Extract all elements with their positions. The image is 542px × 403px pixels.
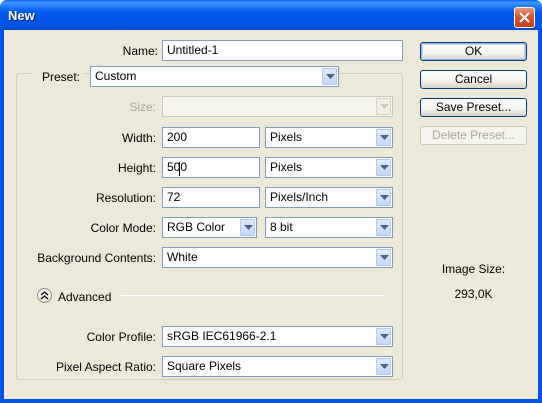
pixel-aspect-ratio-value: Square Pixels (167, 359, 242, 373)
width-input[interactable]: 200 (162, 127, 260, 148)
color-mode-label: Color Mode: (90, 221, 156, 235)
chevron-down-icon (380, 195, 389, 200)
dialog-window: New Name: Untitled-1 Preset: Custom Size… (0, 0, 542, 403)
resolution-unit-value: Pixels/Inch (270, 190, 329, 204)
size-label: Size: (129, 100, 156, 114)
resolution-input[interactable]: 72 (162, 187, 260, 208)
save-preset-button[interactable]: Save Preset... (420, 98, 527, 117)
chevron-down-icon (380, 364, 389, 369)
color-profile-dropdown[interactable]: sRGB IEC61966-2.1 (162, 326, 393, 347)
image-size-value: 293,0K (454, 287, 493, 301)
preset-dropdown-button[interactable] (322, 68, 337, 85)
resolution-unit-dropdown[interactable]: Pixels/Inch (265, 187, 393, 208)
name-label: Name: (122, 44, 158, 58)
pixel-aspect-ratio-dropdown-button[interactable] (376, 358, 391, 375)
width-unit-value: Pixels (270, 130, 303, 144)
title-bar[interactable]: New (0, 0, 542, 30)
advanced-toggle-button[interactable] (37, 288, 52, 303)
width-unit-dropdown[interactable]: Pixels (265, 127, 393, 148)
width-label: Width: (121, 131, 156, 145)
background-contents-dropdown-button[interactable] (376, 249, 391, 266)
advanced-divider (121, 295, 384, 296)
height-unit-value: Pixels (270, 160, 303, 174)
bit-depth-dropdown-button[interactable] (376, 219, 391, 236)
resolution-unit-dropdown-button[interactable] (376, 189, 391, 206)
advanced-label: Advanced (58, 290, 112, 304)
close-button[interactable] (514, 7, 535, 28)
color-profile-value: sRGB IEC61966-2.1 (167, 329, 277, 343)
resolution-label: Resolution: (95, 191, 156, 205)
size-dropdown-button[interactable] (376, 98, 391, 115)
height-unit-dropdown-button[interactable] (376, 159, 391, 176)
height-input[interactable]: 500 (162, 157, 260, 178)
ok-button[interactable]: OK (420, 42, 527, 61)
text-cursor (179, 162, 180, 176)
background-contents-dropdown[interactable]: White (162, 247, 393, 268)
chevron-down-icon (380, 135, 389, 140)
close-icon (519, 12, 530, 23)
height-unit-dropdown[interactable]: Pixels (265, 157, 393, 178)
color-mode-dropdown-button[interactable] (240, 219, 255, 236)
width-unit-dropdown-button[interactable] (376, 129, 391, 146)
delete-preset-button[interactable]: Delete Preset... (420, 126, 527, 145)
color-profile-label: Color Profile: (86, 330, 156, 344)
preset-label: Preset: (32, 70, 84, 84)
chevron-down-icon (380, 334, 389, 339)
background-contents-label: Background Contents: (37, 251, 156, 265)
chevron-down-icon (380, 225, 389, 230)
pixel-aspect-ratio-dropdown[interactable]: Square Pixels (162, 356, 393, 377)
double-chevron-up-icon (40, 291, 49, 300)
pixel-aspect-ratio-label: Pixel Aspect Ratio: (55, 360, 156, 374)
chevron-down-icon (326, 74, 335, 79)
chevron-down-icon (380, 255, 389, 260)
bit-depth-value: 8 bit (270, 220, 293, 234)
chevron-down-icon (380, 104, 389, 109)
cancel-button[interactable]: Cancel (420, 70, 527, 89)
height-label: Height: (117, 161, 156, 175)
preset-dropdown[interactable]: Custom (90, 66, 339, 87)
color-mode-dropdown[interactable]: RGB Color (162, 217, 257, 238)
preset-value: Custom (95, 69, 137, 83)
color-profile-dropdown-button[interactable] (376, 328, 391, 345)
image-size-label: Image Size: (441, 262, 506, 276)
background-contents-value: White (167, 250, 198, 264)
bit-depth-dropdown[interactable]: 8 bit (265, 217, 393, 238)
window-title: New (8, 8, 35, 23)
name-input[interactable]: Untitled-1 (162, 40, 403, 61)
color-mode-value: RGB Color (167, 220, 226, 234)
chevron-down-icon (380, 165, 389, 170)
chevron-down-icon (244, 225, 253, 230)
dialog-body: Name: Untitled-1 Preset: Custom Size: Wi… (4, 30, 538, 399)
size-dropdown[interactable] (162, 96, 393, 117)
